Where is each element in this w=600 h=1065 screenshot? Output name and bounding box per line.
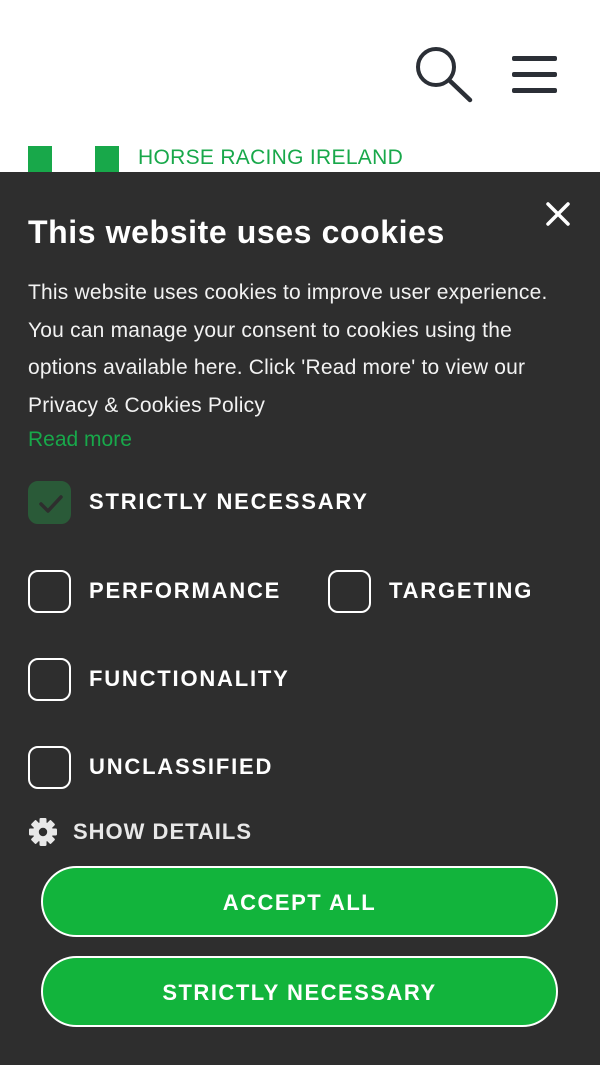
cookie-panel-description: This website uses cookies to improve use… bbox=[28, 281, 548, 417]
logo-text[interactable]: HORSE RACING IRELAND bbox=[138, 146, 403, 170]
option-strictly-necessary[interactable]: STRICTLY NECESSARY bbox=[28, 478, 369, 526]
cookie-consent-panel: This website uses cookies This website u… bbox=[0, 172, 600, 1065]
search-button[interactable] bbox=[412, 42, 476, 106]
strictly-necessary-button[interactable]: STRICTLY NECESSARY bbox=[41, 956, 558, 1027]
option-label: STRICTLY NECESSARY bbox=[89, 489, 369, 514]
logo-mark bbox=[28, 146, 120, 172]
option-label: FUNCTIONALITY bbox=[89, 666, 290, 691]
option-label: PERFORMANCE bbox=[89, 578, 282, 603]
show-details-toggle[interactable]: SHOW DETAILS bbox=[28, 814, 252, 850]
cookie-panel-title: This website uses cookies bbox=[28, 214, 445, 250]
targeting-checkbox[interactable] bbox=[328, 569, 371, 613]
option-label: TARGETING bbox=[389, 578, 534, 603]
menu-button[interactable] bbox=[506, 50, 562, 100]
close-button[interactable] bbox=[540, 196, 576, 232]
accept-all-button[interactable]: ACCEPT ALL bbox=[41, 866, 558, 937]
page: HORSE RACING IRELAND This website uses c… bbox=[0, 0, 600, 1065]
option-unclassified[interactable]: UNCLASSIFIED bbox=[28, 743, 273, 791]
option-targeting[interactable]: TARGETING bbox=[328, 567, 533, 615]
gear-icon bbox=[29, 818, 57, 846]
strictly-necessary-checkbox[interactable] bbox=[28, 480, 71, 524]
unclassified-checkbox[interactable] bbox=[28, 745, 71, 789]
option-performance[interactable]: PERFORMANCE bbox=[28, 567, 281, 615]
hamburger-menu-icon bbox=[512, 56, 557, 93]
read-more-link[interactable]: Read more bbox=[28, 424, 132, 456]
site-header: HORSE RACING IRELAND bbox=[0, 0, 600, 172]
option-functionality[interactable]: FUNCTIONALITY bbox=[28, 655, 290, 703]
checkmark-icon bbox=[39, 494, 63, 513]
performance-checkbox[interactable] bbox=[28, 569, 71, 613]
option-label: UNCLASSIFIED bbox=[89, 754, 274, 779]
show-details-label: SHOW DETAILS bbox=[73, 819, 253, 844]
search-icon bbox=[416, 47, 473, 103]
close-icon bbox=[546, 202, 570, 226]
functionality-checkbox[interactable] bbox=[28, 657, 71, 701]
